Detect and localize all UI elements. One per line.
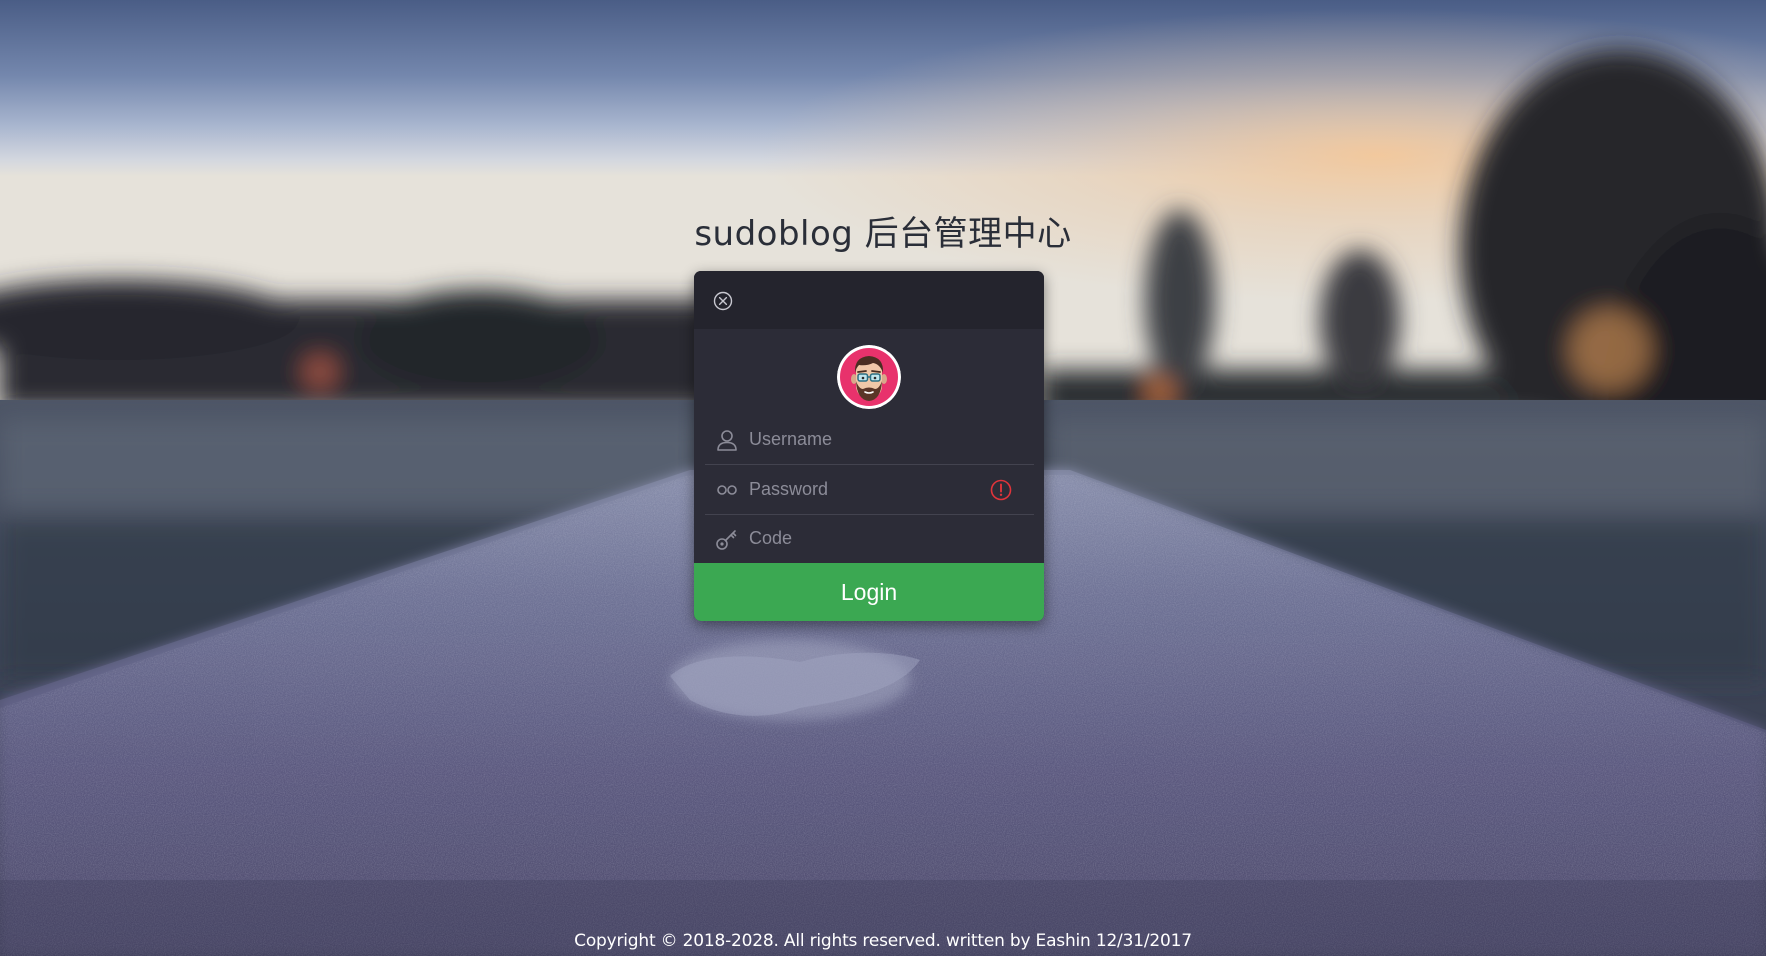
password-dots-icon [717,484,737,495]
error-exclamation-icon [990,479,1012,500]
close-icon[interactable] [713,291,733,311]
code-input[interactable] [749,523,1034,554]
username-row [705,415,1034,465]
password-row [705,465,1034,515]
user-icon [717,429,737,451]
card-header [694,271,1044,329]
code-row [705,514,1034,563]
username-input[interactable] [749,424,1034,455]
page-title: sudoblog 后台管理中心 [694,214,1072,254]
key-icon [716,529,737,550]
login-page: sudoblog 后台管理中心 Username Code Login Copy… [0,0,1766,956]
avatar [837,345,901,409]
login-button[interactable]: Login [694,563,1044,621]
copyright-footer: Copyright © 2018-2028. All rights reserv… [574,931,1192,951]
login-card: Login [694,271,1044,621]
password-input[interactable] [749,474,989,505]
